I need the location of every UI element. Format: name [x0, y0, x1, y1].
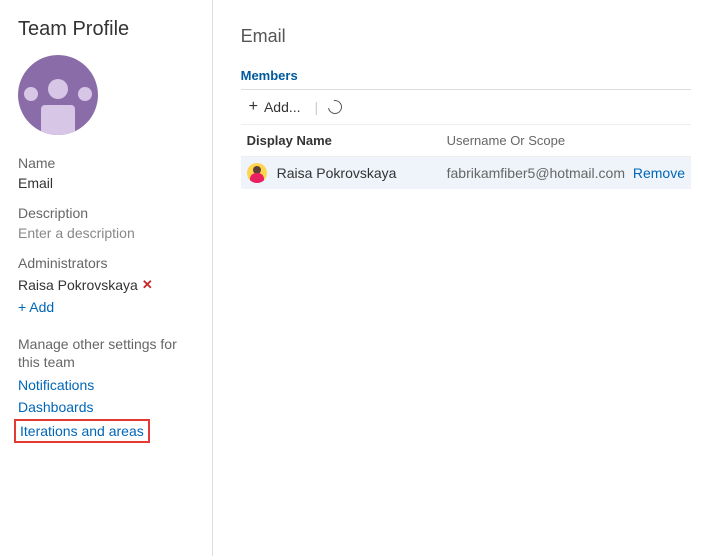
- name-value[interactable]: Email: [18, 175, 196, 191]
- table-row[interactable]: Raisa Pokrovskaya fabrikamfiber5@hotmail…: [241, 157, 691, 189]
- highlight-iterations: Iterations and areas: [14, 419, 150, 443]
- remove-admin-icon[interactable]: ✕: [142, 277, 153, 293]
- refresh-icon[interactable]: [325, 97, 344, 116]
- admin-row: Raisa Pokrovskaya ✕: [18, 277, 196, 293]
- tab-members[interactable]: Members: [241, 68, 298, 89]
- page-title: Email: [241, 26, 691, 47]
- administrators-label: Administrators: [18, 255, 196, 271]
- col-action: [625, 133, 685, 148]
- main-panel: Email Members + Add... | Display Name Us…: [213, 0, 701, 556]
- sidebar-title: Team Profile: [18, 18, 196, 41]
- toolbar-separator: |: [315, 99, 319, 115]
- team-avatar[interactable]: [18, 55, 98, 135]
- members-table-header: Display Name Username Or Scope: [241, 125, 691, 157]
- description-input[interactable]: Enter a description: [18, 225, 196, 241]
- add-member-button[interactable]: + Add...: [245, 96, 305, 118]
- add-button-label: Add...: [264, 99, 301, 115]
- members-toolbar: + Add... |: [241, 89, 691, 125]
- description-label: Description: [18, 205, 196, 221]
- iterations-areas-link[interactable]: Iterations and areas: [20, 423, 144, 439]
- team-profile-sidebar: Team Profile Name Email Description Ente…: [0, 0, 213, 556]
- member-display-name: Raisa Pokrovskaya: [277, 165, 397, 181]
- admin-name: Raisa Pokrovskaya: [18, 277, 138, 293]
- remove-member-link[interactable]: Remove: [633, 165, 685, 181]
- col-display-name: Display Name: [247, 133, 447, 148]
- col-username: Username Or Scope: [447, 133, 625, 148]
- name-label: Name: [18, 155, 196, 171]
- add-admin-link[interactable]: + Add: [18, 299, 196, 315]
- member-username: fabrikamfiber5@hotmail.com: [447, 165, 625, 181]
- dashboards-link[interactable]: Dashboards: [18, 399, 196, 415]
- plus-icon: +: [249, 98, 258, 116]
- settings-heading: Manage other settings for this team: [18, 335, 196, 371]
- user-avatar-icon: [247, 163, 267, 183]
- notifications-link[interactable]: Notifications: [18, 377, 196, 393]
